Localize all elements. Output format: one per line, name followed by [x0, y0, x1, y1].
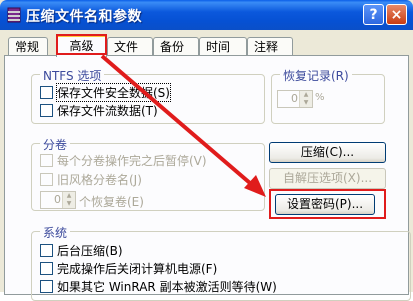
close-button[interactable]: ×: [386, 4, 407, 25]
save-streams-checkbox[interactable]: [40, 104, 53, 117]
sfx-options-button[interactable]: 自解压选项(X)...: [269, 168, 386, 189]
winrar-icon: [7, 7, 21, 23]
tab-time[interactable]: 时间: [199, 37, 247, 56]
tab-general[interactable]: 常规: [8, 37, 48, 56]
spinner-arrows[interactable]: ▲ ▼: [62, 192, 75, 208]
spin-up-icon[interactable]: ▲: [63, 192, 75, 200]
recovery-volumes-value: 0: [54, 193, 61, 206]
recovery-volumes-label: 个恢复卷(E): [79, 195, 144, 209]
pause-volume-label[interactable]: 每个分卷操作完之后暂停(V): [57, 152, 207, 169]
wait-checkbox[interactable]: [40, 280, 53, 293]
dialog-window: 压缩文件名和参数 ? × 常规 高级 文件 备份 时间 注释 NTFS 选项 保…: [0, 0, 413, 301]
old-volume-name-checkbox[interactable]: [40, 173, 53, 186]
advanced-panel: NTFS 选项 保存文件安全数据(S) 保存文件流数据(T) 恢复记录(R) 0…: [4, 55, 411, 301]
spin-down-icon[interactable]: ▼: [300, 99, 312, 107]
shutdown-label[interactable]: 完成操作后关闭计算机电源(F): [57, 260, 217, 277]
save-security-checkbox[interactable]: [40, 86, 53, 99]
compression-button[interactable]: 压缩(C)...: [269, 142, 386, 163]
recovery-group-title: 恢复记录(R): [280, 67, 352, 84]
window-title: 压缩文件名和参数: [26, 9, 142, 25]
password-highlight-box: [269, 189, 386, 219]
volume-group-title: 分卷: [40, 136, 71, 153]
spin-down-icon[interactable]: ▼: [63, 200, 75, 208]
pause-volume-checkbox[interactable]: [40, 154, 53, 167]
recovery-volumes-spinner[interactable]: 0 ▲ ▼: [40, 191, 76, 209]
recovery-record-spinner[interactable]: 0 ▲ ▼: [277, 90, 313, 108]
spinner-arrows[interactable]: ▲ ▼: [299, 91, 312, 107]
tab-highlight-box: [56, 34, 107, 55]
tab-backup[interactable]: 备份: [153, 37, 199, 56]
tab-files[interactable]: 文件: [107, 37, 153, 56]
ntfs-group-title: NTFS 选项: [40, 67, 105, 84]
tab-comment[interactable]: 注释: [247, 37, 293, 56]
old-volume-name-label[interactable]: 旧风格分卷名(J): [57, 171, 142, 188]
wait-label[interactable]: 如果其它 WinRAR 副本被激活则等待(W): [57, 278, 277, 295]
title-bar[interactable]: 压缩文件名和参数 ? ×: [0, 0, 413, 30]
recovery-unit: %: [315, 92, 325, 103]
shutdown-checkbox[interactable]: [40, 262, 53, 275]
background-label[interactable]: 后台压缩(B): [57, 242, 123, 259]
save-security-label[interactable]: 保存文件安全数据(S): [56, 83, 171, 102]
system-group-title: 系统: [40, 224, 71, 241]
background-checkbox[interactable]: [40, 244, 53, 257]
recovery-record-value: 0: [291, 92, 298, 105]
help-button[interactable]: ?: [363, 4, 384, 25]
spin-up-icon[interactable]: ▲: [300, 91, 312, 99]
save-streams-label[interactable]: 保存文件流数据(T): [57, 102, 158, 119]
